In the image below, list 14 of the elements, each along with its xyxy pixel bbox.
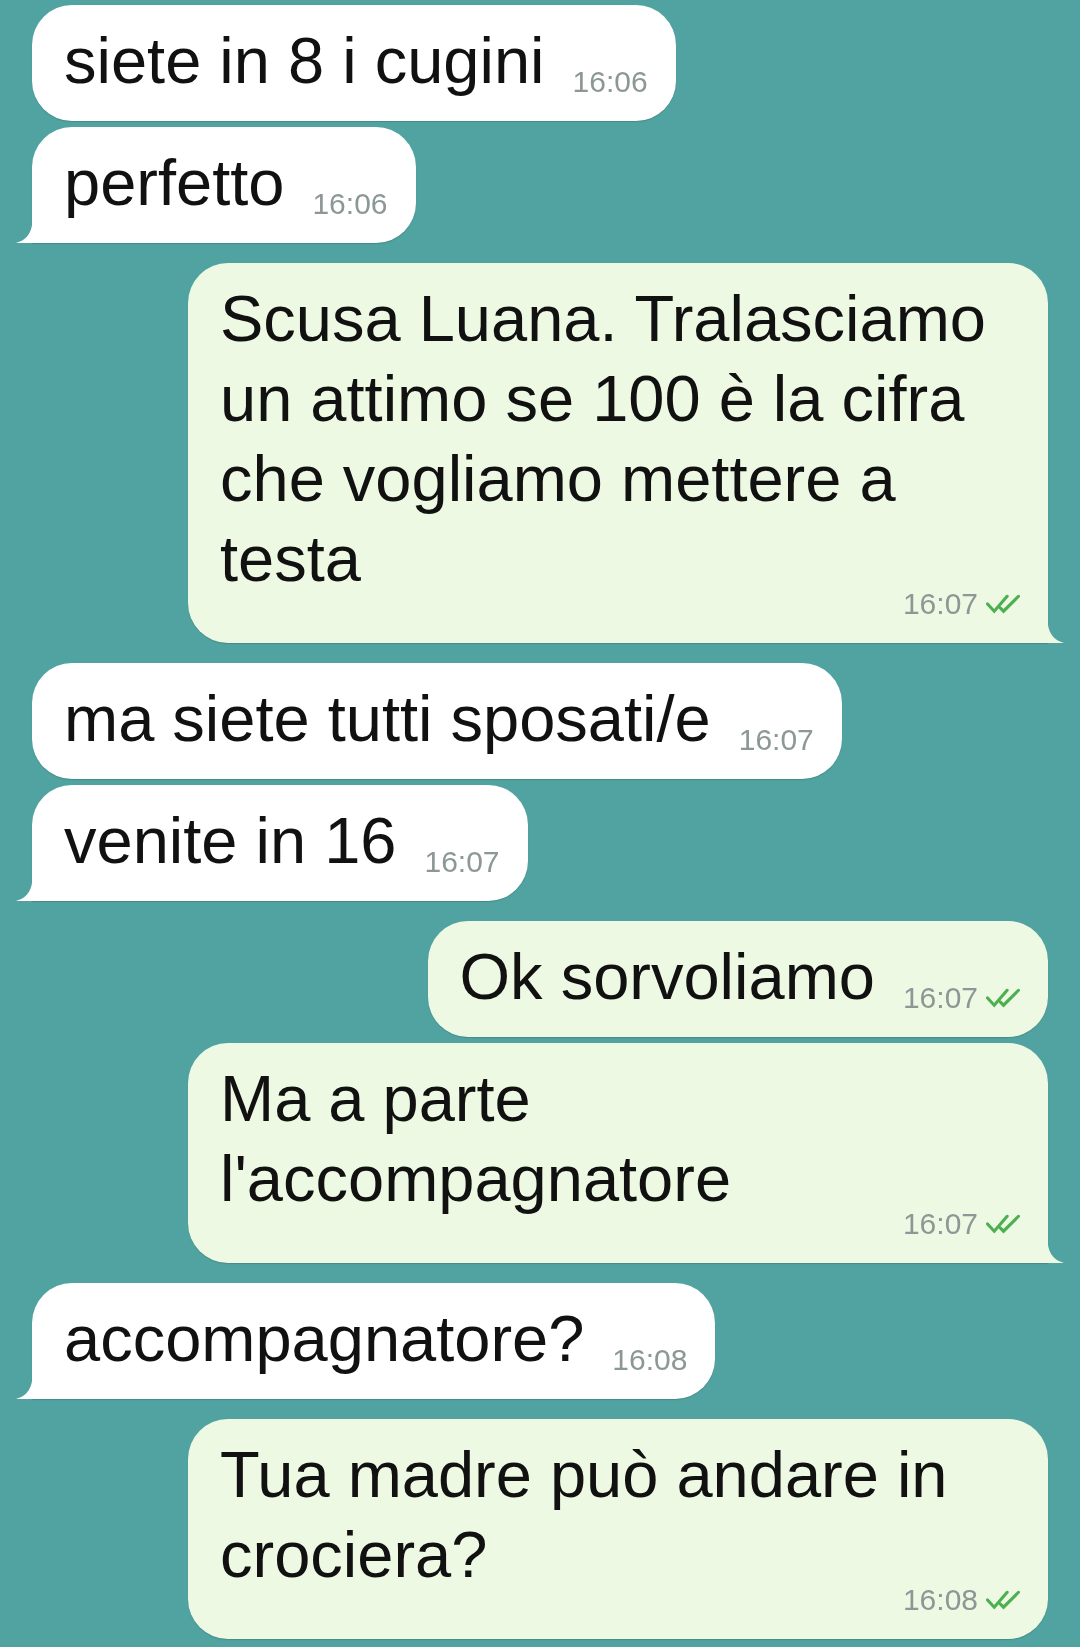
message-text: perfetto [64, 145, 285, 221]
message-text: ma siete tutti sposati/e [64, 681, 711, 757]
message-text: siete in 8 i cugini [64, 23, 545, 99]
message-text: accompagnatore? [64, 1301, 585, 1377]
message-text: Ma a parte l'accompagnatore [220, 1061, 733, 1217]
message-time: 16:08 [612, 1343, 688, 1377]
message-time: 16:07 [902, 981, 978, 1015]
message-text: Ok sorvoliamo [459, 939, 875, 1015]
message-text: venite in 16 [64, 803, 397, 879]
message-time: 16:07 [902, 1207, 978, 1241]
message-time: 16:06 [572, 65, 648, 99]
message-time: 16:06 [312, 187, 388, 221]
message-time: 16:07 [424, 845, 500, 879]
message-time: 16:07 [738, 723, 814, 757]
